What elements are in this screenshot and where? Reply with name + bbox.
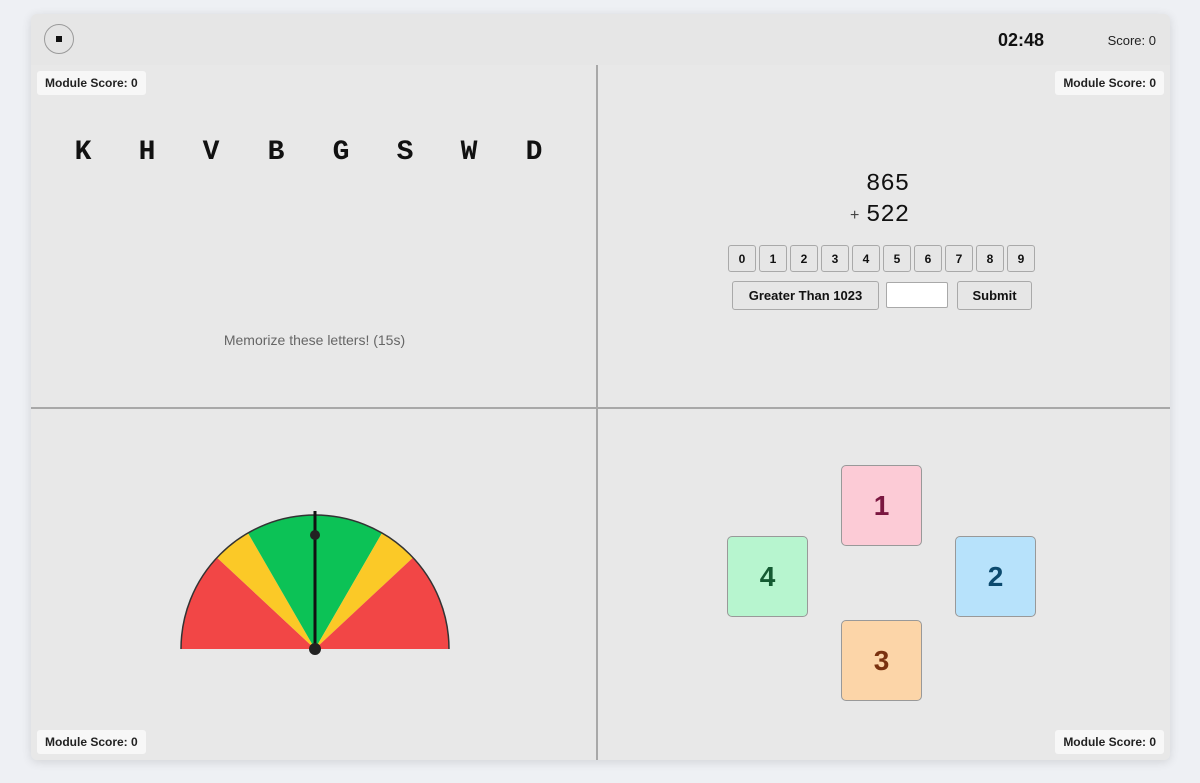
timer: 02:48: [997, 30, 1045, 50]
stop-button[interactable]: [44, 24, 74, 54]
needle-tip: [310, 530, 320, 540]
letter: W: [460, 137, 478, 168]
digit-button-5[interactable]: 5: [883, 245, 911, 272]
greater-than-button[interactable]: Greater Than 1023: [732, 281, 879, 310]
digit-button-3[interactable]: 3: [821, 245, 849, 272]
letter: S: [396, 137, 414, 168]
letter: K: [74, 137, 92, 168]
module-grid: Module Score: 0 K H V B G S W D Memorize…: [31, 65, 1170, 760]
digit-button-4[interactable]: 4: [852, 245, 880, 272]
letter: V: [202, 137, 220, 168]
operator: +: [850, 207, 860, 224]
top-bar: 02:48 Score: 0: [31, 14, 1170, 67]
operand-top: 865: [866, 171, 910, 198]
digit-button-7[interactable]: 7: [945, 245, 973, 272]
card-3[interactable]: 3: [841, 620, 922, 701]
stop-icon: [56, 36, 62, 42]
module-score: Module Score: 0: [1055, 71, 1164, 95]
gauge-module: Module Score: 0: [31, 409, 598, 760]
letter: B: [267, 137, 285, 168]
digit-button-0[interactable]: 0: [728, 245, 756, 272]
letter: G: [332, 137, 350, 168]
total-score: Score: 0: [1107, 33, 1156, 48]
card-4[interactable]: 4: [727, 536, 808, 617]
answer-input[interactable]: [886, 282, 948, 308]
digit-button-9[interactable]: 9: [1007, 245, 1035, 272]
card-module: Module Score: 0 1 2 3 4: [598, 409, 1170, 760]
digit-button-1[interactable]: 1: [759, 245, 787, 272]
game-window: 02:48 Score: 0 Module Score: 0 K H V B G…: [31, 14, 1170, 760]
digit-button-6[interactable]: 6: [914, 245, 942, 272]
digit-button-8[interactable]: 8: [976, 245, 1004, 272]
module-score: Module Score: 0: [37, 730, 146, 754]
submit-button[interactable]: Submit: [957, 281, 1032, 310]
letter-sequence: K H V B G S W D: [31, 137, 598, 168]
math-module: Module Score: 0 865 + 522 0 1 2 3 4 5 6 …: [598, 65, 1170, 409]
memory-module: Module Score: 0 K H V B G S W D Memorize…: [31, 65, 598, 409]
gauge-dial[interactable]: [178, 509, 452, 659]
letter: D: [525, 137, 543, 168]
module-score: Module Score: 0: [37, 71, 146, 95]
module-score: Module Score: 0: [1055, 730, 1164, 754]
needle-pivot: [309, 643, 321, 655]
card-2[interactable]: 2: [955, 536, 1036, 617]
digit-button-2[interactable]: 2: [790, 245, 818, 272]
letter: H: [138, 137, 156, 168]
operand-bottom: 522: [866, 202, 910, 229]
memorize-instruction: Memorize these letters! (15s): [223, 332, 406, 348]
card-1[interactable]: 1: [841, 465, 922, 546]
